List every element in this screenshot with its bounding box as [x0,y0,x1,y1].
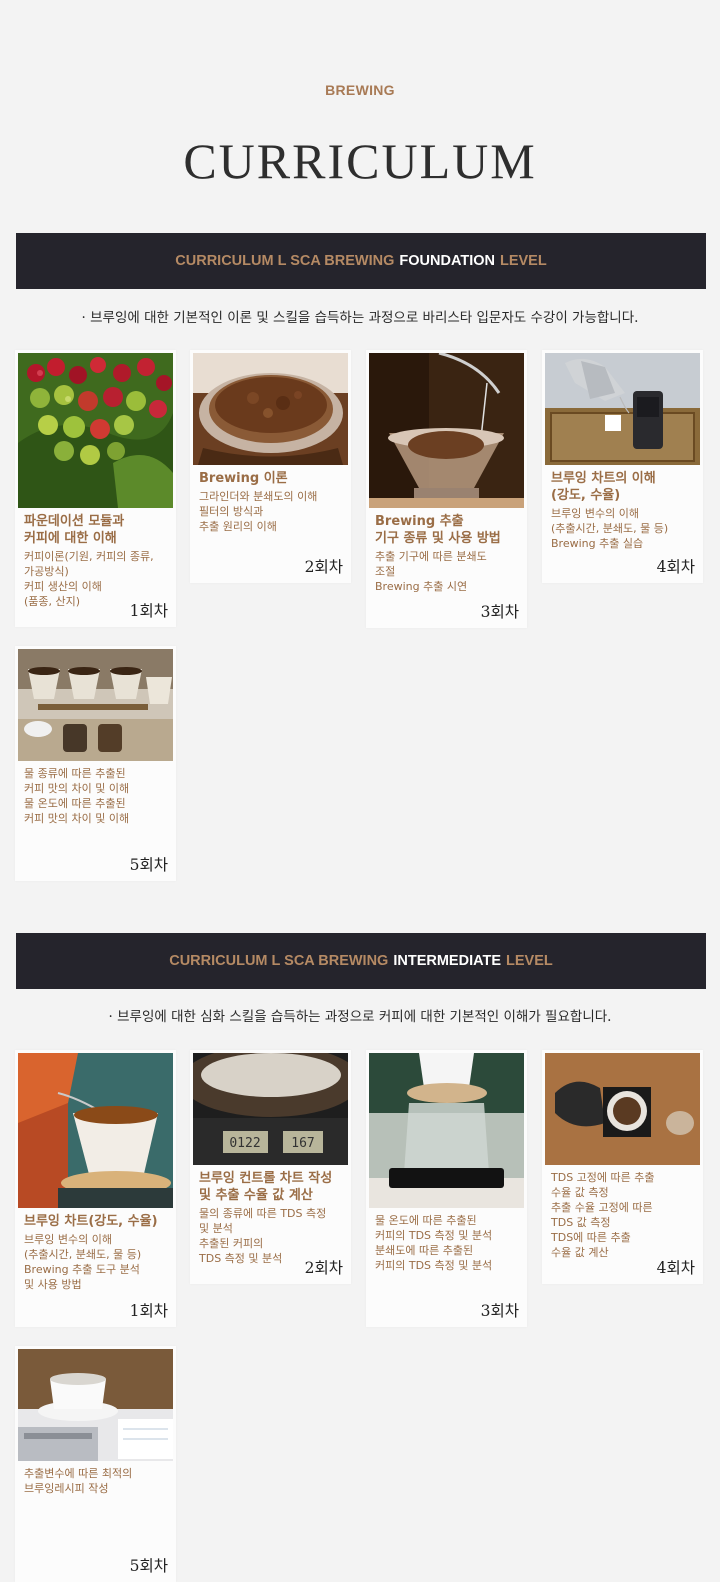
curriculum-card[interactable]: 추출변수에 따른 최적의 브루잉레시피 작성 5회차 [15,1346,176,1582]
session-number: 5회차 [129,1557,168,1575]
card-body: TDS 고정에 따른 추출 수율 값 측정 추출 수율 고정에 따른 TDS 값… [551,1171,655,1259]
level-banner-intermediate: CURRICULUM L SCA BREWING INTERMEDIATE LE… [16,933,706,989]
session-number: 2회차 [304,1259,343,1277]
card-body: 물 온도에 따른 추출된 커피의 TDS 측정 및 분석 분쇄도에 따른 추출된… [375,1214,493,1272]
banner-level-name: FOUNDATION [399,253,495,269]
card-text: 물 종류에 따른 추출된 커피 맛의 차이 및 이해 물 온도에 따른 추출된 … [24,766,170,826]
banner-prefix: CURRICULUM L SCA BREWING [169,953,389,969]
card-text: 추출변수에 따른 최적의 브루잉레시피 작성 [24,1466,170,1496]
banner-prefix: CURRICULUM L SCA BREWING [175,253,395,269]
card-heading: Brewing 추출 기구 종류 및 사용 방법 [375,514,501,546]
level-description: · 브루잉에 대한 심화 스킬을 습득하는 과정으로 커피에 대한 기본적인 이… [108,1009,612,1025]
glass-server-scale-image [369,1053,524,1208]
session-number: 2회차 [304,558,343,576]
level-description: · 브루잉에 대한 기본적인 이론 및 스킬을 습득하는 과정으로 바리스타 입… [81,310,639,326]
svg-text:0122: 0122 [229,1136,260,1151]
ground-coffee-portafilter-image [193,353,348,465]
session-number: 5회차 [129,856,168,874]
card-text: 브루잉 차트의 이해 (강도, 수율) 브루잉 변수의 이해 (추출시간, 분쇄… [551,470,697,551]
curriculum-card[interactable]: 브루잉 차트(강도, 수율) 브루잉 변수의 이해 (추출시간, 분쇄도, 물 … [15,1050,176,1327]
card-body: 그라인더와 분쇄도의 이해 필터의 방식과 추출 원리의 이해 [199,490,318,533]
level-banner-foundation: CURRICULUM L SCA BREWING FOUNDATION LEVE… [16,233,706,289]
card-body: 브루잉 변수의 이해 (추출시간, 분쇄도, 물 등) Brewing 추출 실… [551,507,669,550]
session-number: 1회차 [129,602,168,620]
banner-suffix: LEVEL [499,253,547,269]
card-body: 물 종류에 따른 추출된 커피 맛의 차이 및 이해 물 온도에 따른 추출된 … [24,767,130,825]
curriculum-card[interactable]: Brewing 추출 기구 종류 및 사용 방법 추출 기구에 따른 분쇄도 조… [366,350,527,628]
curriculum-card[interactable]: 물 종류에 따른 추출된 커피 맛의 차이 및 이해 물 온도에 따른 추출된 … [15,646,176,881]
kettle-pouring-image [545,353,700,465]
session-number: 4회차 [656,558,695,576]
card-body: 추출변수에 따른 최적의 브루잉레시피 작성 [24,1467,133,1495]
card-text: 파운데이션 모듈과 커피에 대한 이해 커피이론(기원, 커피의 종류, 가공방… [24,513,170,609]
card-body: 브루잉 변수의 이해 (추출시간, 분쇄도, 물 등) Brewing 추출 도… [24,1233,142,1291]
session-number: 4회차 [656,1259,695,1277]
curriculum-card[interactable]: 파운데이션 모듈과 커피에 대한 이해 커피이론(기원, 커피의 종류, 가공방… [15,350,176,627]
banner-level-name: INTERMEDIATE [393,953,502,969]
card-heading: 브루잉 차트의 이해 (강도, 수율) [551,471,656,503]
card-heading: 브루잉 차트(강도, 수율) [24,1214,158,1229]
card-body: 추출 기구에 따른 분쇄도 조절 Brewing 추출 시연 [375,550,487,593]
card-text: 브루잉 차트(강도, 수율) 브루잉 변수의 이해 (추출시간, 분쇄도, 물 … [24,1213,170,1292]
card-text: 물 온도에 따른 추출된 커피의 TDS 측정 및 분석 분쇄도에 따른 추출된… [375,1213,521,1273]
svg-text:167: 167 [291,1136,314,1151]
copper-kettle-dripper-image [18,1053,173,1208]
coffee-scale-image: 0122 167 [193,1053,348,1165]
section-eyebrow: BREWING [325,82,395,98]
curriculum-card[interactable]: 물 온도에 따른 추출된 커피의 TDS 측정 및 분석 분쇄도에 따른 추출된… [366,1050,527,1327]
card-text: Brewing 추출 기구 종류 및 사용 방법 추출 기구에 따른 분쇄도 조… [375,513,521,594]
banner-suffix: LEVEL [506,953,553,969]
session-number: 3회차 [480,603,519,621]
page-title: CURRICULUM [183,133,537,189]
coffee-cherries-image [18,353,173,508]
coffee-cup-calculator-image [18,1349,173,1461]
card-text: TDS 고정에 따른 추출 수율 값 측정 추출 수율 고정에 따른 TDS 값… [551,1170,697,1260]
brewing-setup-topview-image [545,1053,700,1165]
card-heading: Brewing 이론 [199,471,288,486]
curriculum-card[interactable]: 브루잉 차트의 이해 (강도, 수율) 브루잉 변수의 이해 (추출시간, 분쇄… [542,350,703,583]
card-text: Brewing 이론 그라인더와 분쇄도의 이해 필터의 방식과 추출 원리의 … [199,470,345,534]
card-heading: 브루잉 컨트롤 차트 작성 및 추출 수율 값 계산 [199,1171,333,1203]
curriculum-card[interactable]: TDS 고정에 따른 추출 수율 값 측정 추출 수율 고정에 따른 TDS 값… [542,1050,703,1284]
multiple-drippers-image [18,649,173,761]
card-text: 브루잉 컨트롤 차트 작성 및 추출 수율 값 계산 물의 종류에 따른 TDS… [199,1170,345,1266]
pour-over-dripper-image [369,353,524,508]
card-heading: 파운데이션 모듈과 커피에 대한 이해 [24,514,125,546]
session-number: 3회차 [480,1302,519,1320]
session-number: 1회차 [129,1302,168,1320]
curriculum-card[interactable]: Brewing 이론 그라인더와 분쇄도의 이해 필터의 방식과 추출 원리의 … [190,350,351,583]
curriculum-card[interactable]: 0122 167 브루잉 컨트롤 차트 작성 및 추출 수율 값 계산 물의 종… [190,1050,351,1284]
